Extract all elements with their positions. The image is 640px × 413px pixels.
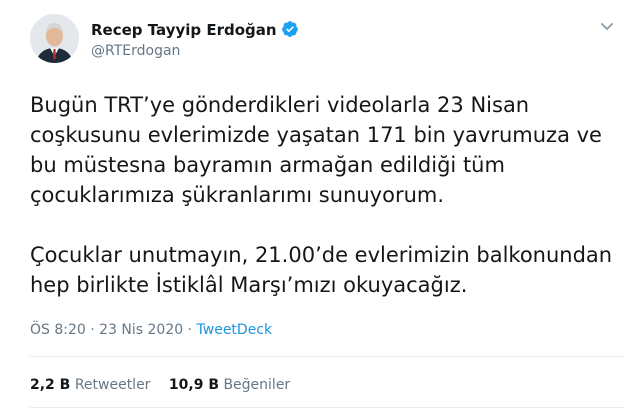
tweet-date[interactable]: 23 Nis 2020 [99, 322, 183, 338]
author-name[interactable]: Recep Tayyip Erdoğan [91, 20, 299, 39]
profile-photo-icon [30, 14, 79, 63]
tweet-source-link[interactable]: TweetDeck [197, 322, 273, 338]
likes-stat[interactable]: 10,9 B Beğeniler [169, 377, 290, 393]
tweet-card: Recep Tayyip Erdoğan @RTErdogan Bugün TR… [0, 0, 640, 413]
tweet-stats: 2,2 B Retweetler 10,9 B Beğeniler [30, 377, 290, 393]
retweets-stat[interactable]: 2,2 B Retweetler [30, 377, 150, 393]
tweet-meta: ÖS 8:20 · 23 Nis 2020 · TweetDeck [30, 322, 272, 338]
tweet-line: hep birlikte İstiklâl Marşı’mızı okuyaca… [30, 273, 468, 297]
tweet-paragraph-1: Bugün TRT’ye gönderdikleri videolarla 23… [30, 90, 625, 210]
tweet-line: bu müstesna bayramın armağan edildiği tü… [30, 153, 505, 177]
tweet-line: coşkusunu evlerimizde yaşatan 171 bin ya… [30, 123, 602, 147]
tweet-line: çocuklarımıza şükranlarımı sunuyorum. [30, 183, 445, 207]
likes-label: Beğeniler [223, 377, 291, 393]
divider [30, 407, 625, 408]
tweet-time[interactable]: ÖS 8:20 [30, 322, 86, 338]
likes-count: 10,9 B [168, 377, 219, 393]
retweets-count: 2,2 B [30, 377, 71, 393]
meta-separator: · [183, 322, 197, 338]
divider [30, 356, 625, 357]
tweet-line: Bugün TRT’ye gönderdikleri videolarla 23… [30, 93, 530, 117]
meta-separator: · [85, 322, 100, 338]
verified-badge-icon [281, 21, 298, 37]
author-handle[interactable]: @RTErdogan [91, 43, 180, 59]
tweet-line: Çocuklar unutmayın, 21.00’de evlerimizin… [30, 243, 613, 267]
avatar[interactable] [30, 14, 79, 63]
tweet-text: Bugün TRT’ye gönderdikleri videolarla 23… [30, 90, 625, 300]
retweets-label: Retweetler [74, 377, 151, 393]
author-name-text[interactable]: Recep Tayyip Erdoğan [91, 21, 277, 39]
tweet-paragraph-2: Çocuklar unutmayın, 21.00’de evlerimizin… [30, 240, 625, 300]
chevron-down-icon[interactable] [599, 18, 615, 34]
